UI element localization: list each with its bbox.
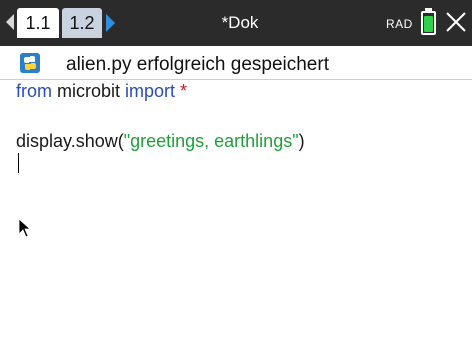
function-call: display.show( — [16, 131, 124, 151]
import-star: * — [175, 81, 188, 101]
status-message: alien.py erfolgreich gespeichert — [66, 54, 329, 75]
title-bar: 1.1 1.2 *Dok RAD — [0, 0, 472, 46]
python-icon — [20, 53, 40, 73]
status-bar: alien.py erfolgreich gespeichert — [0, 46, 472, 80]
nav-left-icon[interactable] — [6, 14, 14, 30]
battery-icon — [421, 11, 436, 35]
closing-paren: ) — [298, 131, 305, 151]
nav-right-icon[interactable] — [106, 14, 115, 32]
keyword-from: from — [16, 81, 52, 101]
tab-1-1[interactable]: 1.1 — [17, 8, 59, 38]
string-literal: "greetings, earthlings" — [123, 131, 299, 151]
document-title: *Dok — [221, 13, 259, 32]
angle-mode-indicator: RAD — [386, 17, 413, 31]
code-line-1[interactable]: from microbit import * — [16, 81, 187, 102]
module-name: microbit — [52, 81, 126, 101]
mouse-pointer-icon — [18, 218, 32, 238]
close-icon[interactable] — [444, 10, 468, 34]
text-cursor — [18, 153, 19, 173]
code-editor[interactable]: from microbit import * display.show("gre… — [0, 80, 472, 342]
tab-1-2[interactable]: 1.2 — [62, 8, 102, 38]
battery-level — [424, 16, 433, 32]
keyword-import: import — [125, 81, 176, 101]
code-line-2[interactable]: display.show("greetings, earthlings") — [16, 131, 305, 152]
